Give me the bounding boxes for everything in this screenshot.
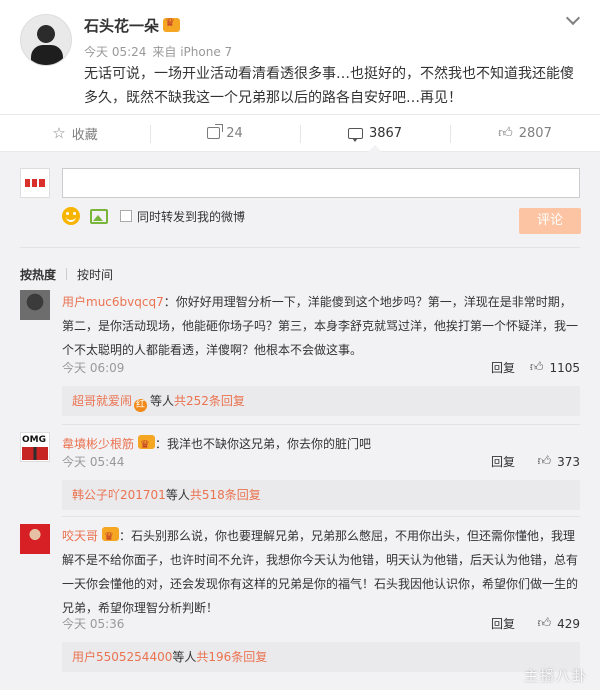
comment-content: ：石头别那么说，你也要理解兄弟，兄弟那么憋屈，不用你出头，但还需你懂他，我理解不… (62, 529, 579, 615)
like-count: 2807 (518, 125, 552, 141)
emoji-icon[interactable] (62, 207, 80, 225)
weibo-post-page: 石头花一朵 今天 05:24 来自 iPhone 7 无话可说，一场开业活动看清看… (0, 0, 600, 690)
like-button[interactable]: 👍︎ 2807 (450, 115, 600, 151)
sub-replies-summary[interactable]: 韩公子吖201701等人共518条回复 (62, 480, 580, 510)
comment-text: 咬天哥：石头别那么说，你也要理解兄弟，兄弟那么憋屈，不用你出头，但还需你懂他，我… (62, 524, 580, 620)
post-card: 石头花一朵 今天 05:24 来自 iPhone 7 无话可说，一场开业活动看清看… (0, 0, 600, 114)
sync-repost-checkbox[interactable] (120, 210, 132, 222)
reply-button[interactable]: 回复 (491, 450, 515, 474)
post-meta: 今天 05:24 来自 iPhone 7 (84, 43, 232, 60)
comment-button[interactable]: 3867 (300, 115, 450, 152)
sub-reply-mid: 等人 (165, 488, 190, 502)
author-avatar[interactable] (20, 14, 72, 66)
sync-repost-label[interactable]: 同时转发到我的微博 (137, 208, 245, 225)
divider (20, 247, 580, 248)
comment-like-count: 373 (557, 455, 580, 469)
commenter-name[interactable]: 用户muc6bvqcq7 (62, 295, 164, 309)
comment-icon (347, 127, 363, 142)
sub-reply-user[interactable]: 超哥就爱闹 (72, 394, 132, 408)
comment-footer: 今天 05:36 回复 👍︎ 429 (62, 612, 580, 636)
vip-crown-icon (163, 16, 181, 32)
sub-reply-count[interactable]: 共518条回复 (190, 488, 261, 502)
sub-reply-count[interactable]: 共196条回复 (196, 650, 267, 664)
vip-crown-icon (102, 525, 120, 549)
avatar-text: OMG (22, 435, 46, 445)
divider (66, 268, 68, 280)
commenter-name[interactable]: 咬天哥 (62, 529, 98, 543)
comment-text: 用户muc6bvqcq7：你好好用理智分析一下，洋能傻到这个地步吗？第一，洋现在… (62, 290, 580, 362)
comment-composer (20, 168, 580, 198)
comment-footer: 今天 05:44 回复 👍︎ 373 (62, 450, 580, 474)
divider (62, 424, 580, 425)
thumbs-up-icon: 👍︎ (537, 454, 552, 469)
favorite-button[interactable]: ☆ 收藏 (0, 115, 150, 151)
divider (62, 516, 580, 517)
post-time[interactable]: 今天 05:24 (84, 45, 146, 59)
comment-section: 同时转发到我的微博 评论 按热度 按时间 用户muc6bvqcq7：你好好用理智… (0, 152, 600, 690)
sub-replies-summary[interactable]: 用户5505254400等人共196条回复 (62, 642, 580, 672)
thumbs-up-icon: 👍︎ (529, 360, 544, 375)
sub-reply-mid: 等人 (172, 650, 197, 664)
composer-tools: 同时转发到我的微博 (62, 206, 245, 226)
comment-like-button[interactable]: 👍︎ 429 (538, 612, 581, 636)
star-icon: ☆ (52, 124, 66, 142)
post-source: 来自 iPhone 7 (152, 45, 233, 59)
sub-replies-summary[interactable]: 超哥就爱闹红等人共252条回复 (62, 386, 580, 416)
commenter-avatar[interactable]: OMG (20, 432, 50, 462)
thumbs-up-icon: 👍︎ (498, 125, 513, 141)
sub-reply-user[interactable]: 用户5505254400 (72, 650, 172, 664)
chevron-down-icon[interactable] (566, 12, 580, 26)
reply-button[interactable]: 回复 (491, 612, 515, 636)
favorite-label: 收藏 (71, 127, 98, 143)
comment-time: 今天 05:36 (62, 617, 125, 631)
post-content: 无话可说，一场开业活动看清看透很多事…也挺好的，不然我也不知道我还能傻多久，既然… (84, 66, 574, 106)
comment-count: 3867 (368, 125, 403, 141)
sub-reply-count[interactable]: 共252条回复 (174, 394, 245, 408)
tab-sort-by-time[interactable]: 按时间 (77, 266, 113, 283)
post-action-bar: ☆ 收藏 24 3867 👍︎ 2807 (0, 114, 600, 152)
comment-like-count: 1105 (549, 361, 580, 375)
watermark-logo: 主播八卦 (524, 669, 588, 685)
sub-reply-user[interactable]: 韩公子吖201701 (72, 488, 166, 502)
repost-button[interactable]: 24 (150, 115, 300, 151)
submit-comment-button[interactable]: 评论 (519, 208, 581, 234)
comment-time: 今天 06:09 (62, 361, 125, 375)
current-user-avatar (20, 168, 50, 198)
comment-footer: 今天 06:09 回复 👍︎ 1105 (62, 356, 580, 380)
sort-tabs: 按热度 按时间 (20, 264, 113, 284)
comment-like-count: 429 (557, 617, 580, 631)
repost-count: 24 (226, 125, 243, 141)
avatar-graphic (22, 447, 48, 460)
commenter-avatar[interactable] (20, 290, 50, 320)
red-badge-icon: 红 (134, 399, 148, 412)
thumbs-up-icon: 👍︎ (537, 616, 552, 631)
comment-time: 今天 05:44 (62, 455, 125, 469)
tab-sort-by-heat[interactable]: 按热度 (20, 266, 56, 283)
image-icon[interactable] (90, 208, 108, 224)
repost-icon (207, 124, 224, 139)
sub-reply-mid: 等人 (150, 394, 175, 408)
commenter-name[interactable]: 韋墳彬少根筋 (62, 437, 134, 451)
comment-content: ：我洋也不缺你这兄弟，你去你的脏门吧 (155, 437, 372, 451)
comment-input[interactable] (62, 168, 580, 198)
commenter-avatar[interactable] (20, 524, 50, 554)
vip-crown-icon (138, 433, 156, 457)
reply-button[interactable]: 回复 (491, 356, 515, 380)
author-name-row: 石头花一朵 (84, 15, 181, 36)
comment-like-button[interactable]: 👍︎ 373 (538, 450, 581, 474)
author-name[interactable]: 石头花一朵 (84, 17, 159, 35)
comment-like-button[interactable]: 👍︎ 1105 (530, 356, 580, 380)
